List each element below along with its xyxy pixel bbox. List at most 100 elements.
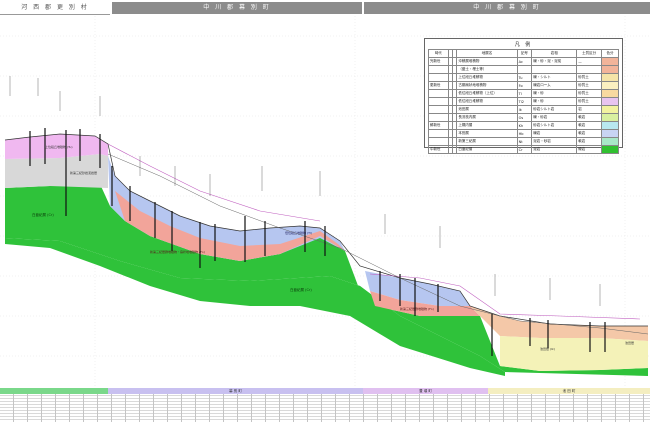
legend-cell-name: 長流枝内層 (456, 113, 518, 122)
legend-header-cell: 色分 (601, 49, 619, 58)
legend-row: 本別層 Hb 礫岩 軟岩 (428, 129, 619, 138)
legend-header-cell: 記号 (516, 49, 533, 58)
legend-row: 更新世 古期扇状地堆積物 Fo 礫岩ローム 砂質土 (428, 81, 619, 90)
legend-cell-lith: 砂岩シルト岩 (531, 105, 578, 114)
legend-cell-soil: 軟岩 (576, 129, 602, 138)
legend-cell-soil: 岩 (576, 105, 602, 114)
legend-header-cell: 岩相 (531, 49, 578, 58)
legend-cell-name: （盛土・埋土等） (456, 65, 518, 74)
label-right-yellow: 池田層 (Ik) (540, 346, 555, 351)
legend-table: 時代 地層名 記号 岩相 土質区分 色分 完新世 沖積層堆積物 Ac 礫・砂・泥・泥炭… (428, 49, 619, 154)
legend-cell-lith: 礫・砂 (531, 89, 578, 98)
legend-cell-lith: 礫岩ローム (531, 81, 578, 90)
legend-header-cell: 土質区分 (576, 49, 602, 58)
legend-row: 長流枝内層 Os 礫・砂岩 軟岩 (428, 113, 619, 122)
legend-header-cell: 時代 (428, 49, 449, 58)
legend-cell-name: 本別層 (456, 129, 518, 138)
legend-cell-lith: 礫・シルト (531, 73, 578, 82)
legend-cell-soil: 軟岩 (576, 137, 602, 146)
legend-cell-era (428, 129, 449, 138)
label-right-end: 池田層 (625, 340, 634, 345)
legend-cell-code (516, 65, 533, 74)
legend-color-swatch (601, 97, 619, 106)
legend-cell-era (428, 73, 449, 82)
legend-title: 凡 例 (514, 42, 533, 48)
legend-header-cell: 地層名 (456, 49, 518, 58)
legend-cell-code: Os (516, 113, 533, 122)
legend-cell-era (428, 89, 449, 98)
legend-cell-era (428, 97, 449, 106)
header-municipality-right: 中 川 郡 幕 別 町 (364, 2, 650, 14)
legend-cell-era: 中新世 (428, 145, 449, 154)
legend-color-swatch (601, 145, 619, 154)
legend-cell-name: 上幌内層 (456, 121, 518, 130)
legend-cell-lith: 礫・砂岩 (531, 113, 578, 122)
legend-cell-era (428, 113, 449, 122)
legend-cell-code: Nt (516, 137, 533, 146)
legend-row: 上位段丘堆積物 Tu 礫・シルト 砂質土 (428, 73, 619, 82)
legend-color-swatch (601, 129, 619, 138)
legend-cell-code: Ik (516, 105, 533, 114)
legend-cell-era: 鮮新世 (428, 121, 449, 130)
drawing-header: 河 西 郡 更 別 村 中 川 郡 幕 別 町 中 川 郡 幕 別 町 (0, 0, 650, 16)
legend-cell-name: 沖積層堆積物 (456, 57, 518, 66)
legend-cell-name: 低位段丘堆積物（上位） (456, 89, 518, 98)
legend-cell-soil: 軟岩 (576, 121, 602, 130)
legend-cell-era (428, 105, 449, 114)
legend-cell-era (428, 137, 449, 146)
legend-row: 新第三紀層 Nt 泥岩・砂岩 軟岩 (428, 137, 619, 146)
header-municipality-mid: 中 川 郡 幕 別 町 (112, 2, 362, 14)
legend-color-swatch (601, 113, 619, 122)
legend-cell-era: 完新世 (428, 57, 449, 66)
legend-cell-name: 上位段丘堆積物 (456, 73, 518, 82)
label-left-grey: 新第三紀砂岩泥岩層 (70, 170, 97, 175)
legend-cell-code: Fo (516, 81, 533, 90)
legend-color-swatch (601, 105, 619, 114)
legend-row: 低位段丘堆積物 Tl2 礫・砂 砂質土 (428, 97, 619, 106)
legend-cell-code: Ac (516, 57, 533, 66)
legend-cell-lith: 泥岩 (531, 145, 578, 154)
legend-panel: 凡 例 時代 地層名 記号 岩相 土質区分 色分 完新世 沖積層堆積物 Ac 礫・砂・… (424, 38, 623, 154)
legend-cell-code: Tl2 (516, 97, 533, 106)
legend-row: （盛土・埋土等） (428, 65, 619, 74)
legend-header-row: 時代 地層名 記号 岩相 土質区分 色分 (428, 49, 619, 58)
legend-color-swatch (601, 81, 619, 90)
legend-row: 中新世 白亜紀層 Cr 泥岩 硬岩 (428, 145, 619, 154)
legend-cell-lith: 砂岩シルト岩 (531, 121, 578, 130)
label-right-salmon: 新第三紀層群堆積物 (Fo) (400, 306, 434, 311)
legend-cell-name: 白亜紀層 (456, 145, 518, 154)
legend-cell-soil: 砂質土 (576, 81, 602, 90)
legend-cell-soil: 硬岩 (576, 145, 602, 154)
legend-cell-soil: 砂質土 (576, 97, 602, 106)
legend-row: 完新世 沖積層堆積物 Ac 礫・砂・泥・泥炭 — (428, 57, 619, 66)
legend-cell-soil (576, 65, 602, 74)
legend-color-swatch (601, 65, 619, 74)
legend-body: 完新世 沖積層堆積物 Ac 礫・砂・泥・泥炭 — （盛土・埋土等） 上位段丘堆積物 Tu 礫・シ… (428, 57, 619, 154)
label-left-pink: 上位段丘堆積物 (Tu) (45, 144, 73, 149)
legend-color-swatch (601, 57, 619, 66)
legend-cell-code: Hb (516, 129, 533, 138)
label-red-mid: 新第三紀層群堆積物・扇状地堆積物 (Fo) (150, 249, 205, 254)
layer-peach-right (470, 306, 648, 341)
legend-cell-code: Kh (516, 121, 533, 130)
legend-row: 池田層 Ik 砂岩シルト岩岩 (428, 105, 619, 114)
legend-cell-code: Cr (516, 145, 533, 154)
legend-cell-soil: — (576, 57, 602, 66)
legend-cell-name: 古期扇状地堆積物 (456, 81, 518, 90)
legend-cell-lith (531, 65, 578, 74)
legend-color-swatch (601, 121, 619, 130)
header-municipality-left: 河 西 郡 更 別 村 (0, 2, 110, 15)
legend-cell-name: 低位段丘堆積物 (456, 97, 518, 106)
legend-row: 低位段丘堆積物（上位） Tl 礫・砂 砂質土 (428, 89, 619, 98)
legend-cell-era (428, 65, 449, 74)
label-green-main: 白亜紀層 (Cr) (32, 212, 54, 217)
legend-cell-lith: 礫岩 (531, 129, 578, 138)
legend-cell-soil: 砂質土 (576, 89, 602, 98)
legend-cell-lith: 泥岩・砂岩 (531, 137, 578, 146)
legend-color-swatch (601, 73, 619, 82)
label-green-right: 白亜紀層 (Cr) (290, 287, 312, 292)
legend-cell-code: Tu (516, 73, 533, 82)
legend-cell-name: 池田層 (456, 105, 518, 114)
legend-cell-lith: 礫・砂・泥・泥炭 (531, 57, 578, 66)
survey-data-table (0, 394, 650, 422)
